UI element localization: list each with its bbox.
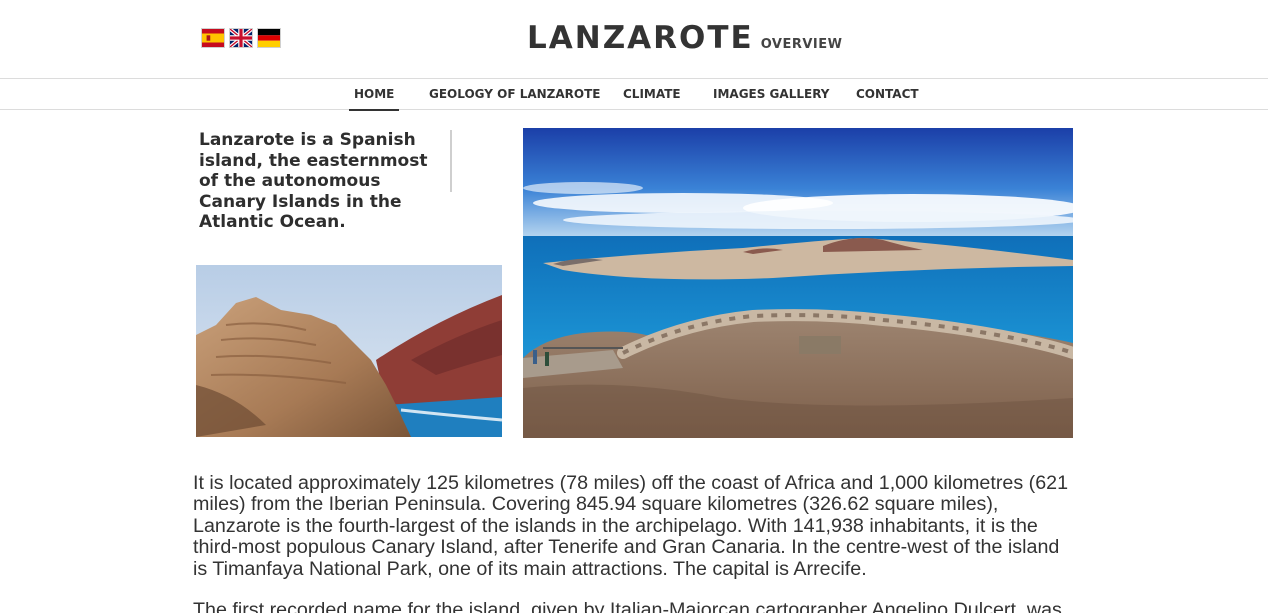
spain-flag-icon[interactable] [201,28,225,48]
nav-item-images-gallery[interactable]: IMAGES GALLERY [713,79,829,110]
language-selector [201,28,281,48]
rock-formation-photo [196,265,502,437]
site-title-subtitle: OVERVIEW [760,37,843,52]
nav-item-geology[interactable]: GEOLOGY OF LANZAROTE [429,79,601,110]
site-title-main: LANZAROTE [527,20,754,56]
island-viewpoint-photo [523,128,1073,438]
main-navigation: HOME GEOLOGY OF LANZAROTE CLIMATE IMAGES… [0,78,1268,111]
nav-item-climate[interactable]: CLIMATE [623,79,681,110]
body-paragraph: The first recorded name for the island, … [193,600,1062,613]
nav-item-home[interactable]: HOME [348,79,400,111]
uk-flag-icon[interactable] [229,28,253,48]
nav-item-contact[interactable]: CONTACT [856,79,919,110]
germany-flag-icon[interactable] [257,28,281,48]
site-title[interactable]: LANZAROTE OVERVIEW [527,20,843,56]
body-paragraph: It is located approximately 125 kilometr… [193,472,1069,580]
intro-text: Lanzarote is a Spanish island, the easte… [199,130,428,232]
intro-divider [450,130,452,192]
